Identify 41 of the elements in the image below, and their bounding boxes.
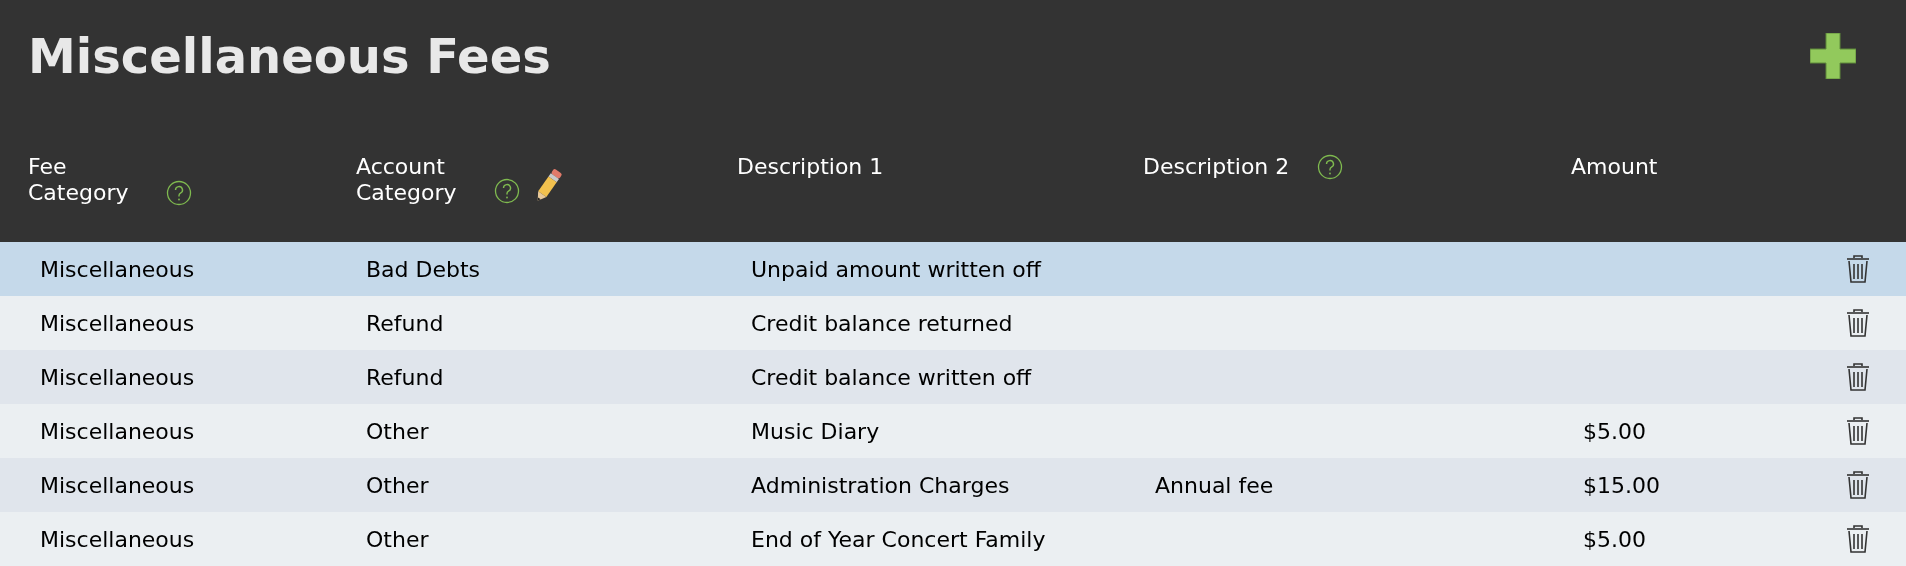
table-row[interactable]: Miscellaneous Other Administration Charges Annual fee $15.00 bbox=[0, 458, 1906, 512]
table-cell-text: Miscellaneous bbox=[40, 255, 196, 284]
trash-icon[interactable] bbox=[1846, 254, 1870, 284]
column-header: Amount bbox=[1571, 154, 1658, 180]
table-cell-text: Credit balance returned bbox=[751, 309, 1014, 338]
table-cell-text: Music Diary bbox=[751, 417, 881, 446]
table-cell-text: Other bbox=[366, 471, 430, 500]
trash-icon[interactable] bbox=[1846, 470, 1870, 500]
column-header: Description 2 bbox=[1143, 154, 1290, 180]
table-cell-text: Bad Debts bbox=[366, 255, 482, 284]
help-icon[interactable] bbox=[494, 178, 520, 204]
help-icon[interactable] bbox=[166, 180, 192, 206]
table-cell-text: End of Year Concert Family bbox=[751, 525, 1047, 554]
trash-icon[interactable] bbox=[1846, 416, 1870, 446]
column-header: Description 1 bbox=[737, 154, 884, 180]
table-cell-text: Unpaid amount written off bbox=[751, 255, 1043, 284]
table-cell-text: Annual fee bbox=[1155, 471, 1275, 500]
table-cell-text: $5.00 bbox=[1583, 417, 1647, 446]
table-cell-text: Other bbox=[366, 525, 430, 554]
trash-icon[interactable] bbox=[1846, 362, 1870, 392]
table-cell-text: Miscellaneous bbox=[40, 417, 196, 446]
column-header: Account Category bbox=[356, 154, 458, 206]
table-cell-text: $15.00 bbox=[1583, 471, 1661, 500]
add-icon[interactable] bbox=[1810, 33, 1856, 79]
table-cell-text: Miscellaneous bbox=[40, 471, 196, 500]
column-header: Fee Category bbox=[28, 154, 130, 206]
table-cell-text: Refund bbox=[366, 363, 445, 392]
table-cell-text: Refund bbox=[366, 309, 445, 338]
table-cell-text: Miscellaneous bbox=[40, 309, 196, 338]
trash-icon[interactable] bbox=[1846, 308, 1870, 338]
table-cell-text: Miscellaneous bbox=[40, 363, 196, 392]
table-row[interactable]: Miscellaneous Bad Debts Unpaid amount written off bbox=[0, 242, 1906, 296]
table-cell-text: Administration Charges bbox=[751, 471, 1011, 500]
page-title: Miscellaneous Fees bbox=[28, 32, 551, 80]
table-row[interactable]: Miscellaneous Refund Credit balance written off bbox=[0, 350, 1906, 404]
table-cell-text: $5.00 bbox=[1583, 525, 1647, 554]
table-cell-text: Miscellaneous bbox=[40, 525, 196, 554]
table-cell-text: Other bbox=[366, 417, 430, 446]
help-icon[interactable] bbox=[1317, 154, 1344, 180]
table-cell-text: Credit balance written off bbox=[751, 363, 1033, 392]
trash-icon[interactable] bbox=[1846, 524, 1870, 554]
